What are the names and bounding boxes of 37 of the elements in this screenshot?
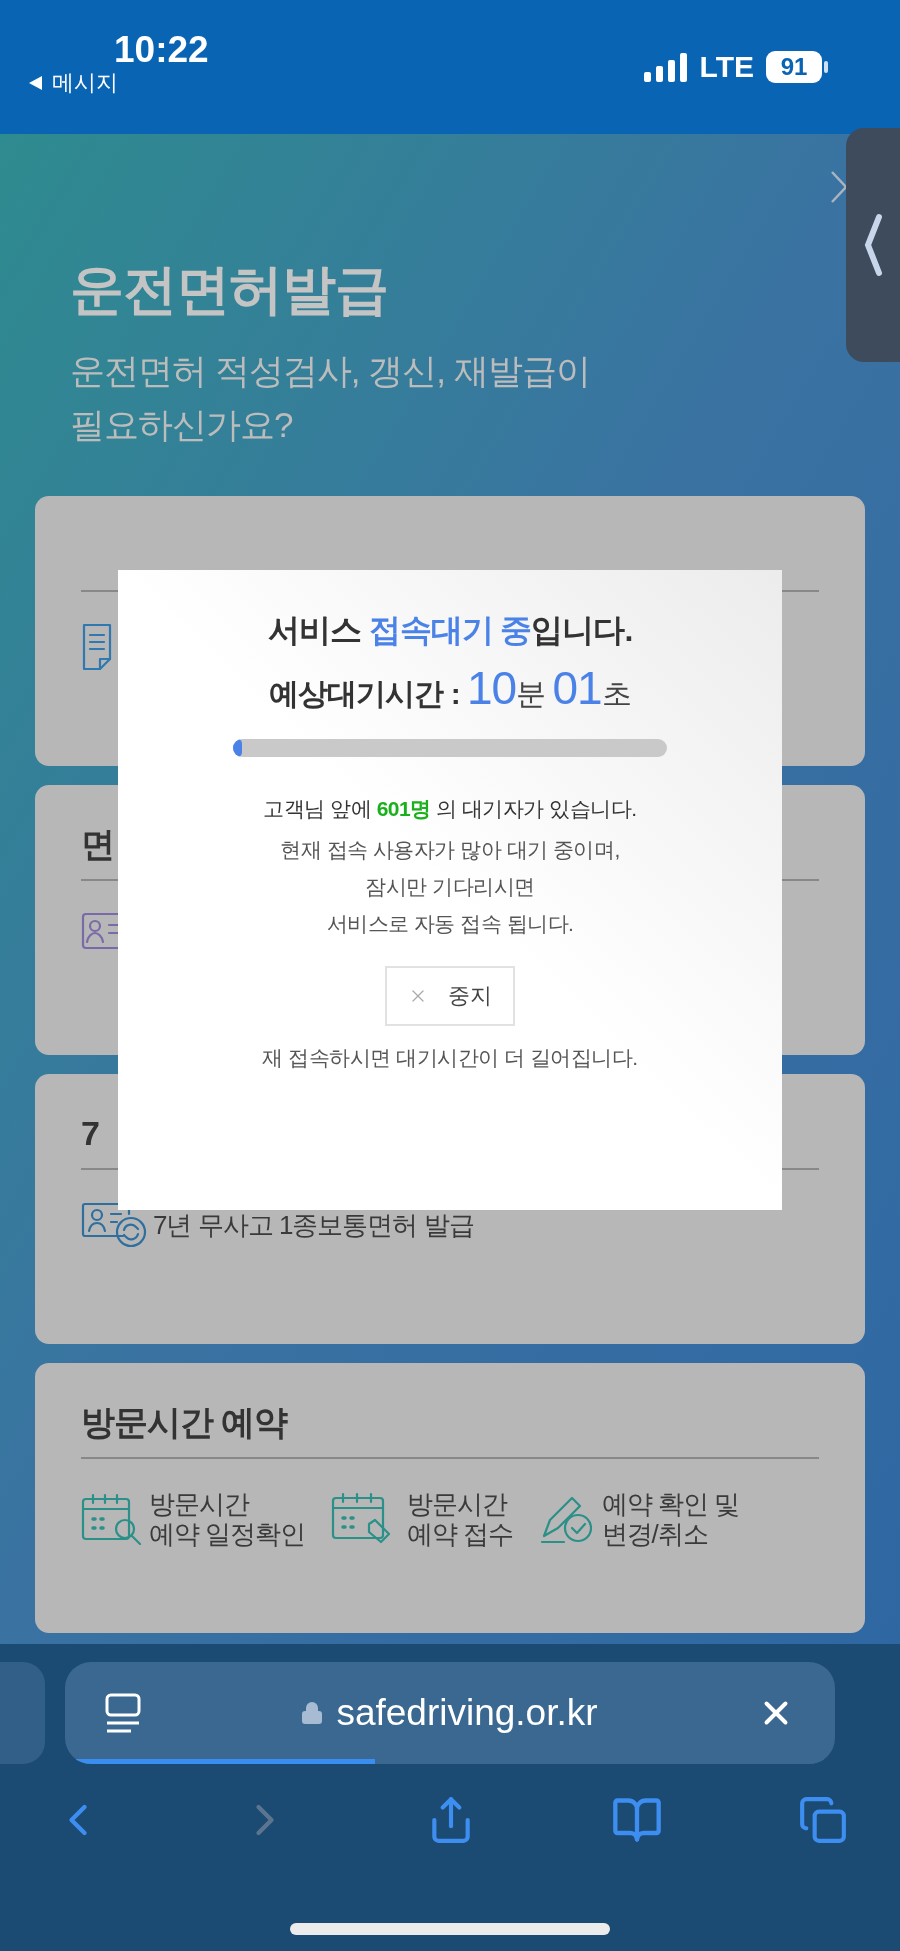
page-subtitle: 필요하신가요? bbox=[70, 404, 294, 446]
info-text: 잠시만 기다리시면 bbox=[365, 873, 535, 900]
network-type: LTE bbox=[699, 50, 754, 84]
card-title: 7 bbox=[81, 1112, 99, 1154]
lock-icon bbox=[300, 1701, 325, 1725]
clock: 10:22 bbox=[114, 28, 209, 72]
dialog-heading: 서비스 접속대기 중입니다. bbox=[267, 611, 633, 650]
battery-cap-icon bbox=[824, 61, 828, 73]
queue-message: 고객님 앞에 601명 의 대기자가 있습니다. bbox=[263, 796, 637, 822]
tabs-icon[interactable] bbox=[798, 1795, 848, 1845]
stop-button[interactable]: 중지 bbox=[385, 965, 515, 1026]
menu-link[interactable]: 예약 일정확인 bbox=[149, 1519, 306, 1549]
calendar-search-icon bbox=[81, 1493, 143, 1545]
info-text: 서비스로 자동 접속 됩니다. bbox=[326, 910, 574, 937]
menu-link[interactable]: 예약 접수 bbox=[407, 1519, 514, 1549]
signal-icon bbox=[643, 52, 688, 82]
address-bar[interactable]: safedriving.or.kr bbox=[65, 1662, 835, 1764]
back-triangle-icon bbox=[28, 75, 44, 91]
note-text: 재 접속하시면 대기시간이 더 길어집니다. bbox=[262, 1044, 638, 1071]
menu-link[interactable]: 변경/취소 bbox=[601, 1519, 739, 1549]
chevron-left-icon bbox=[863, 213, 883, 277]
id-card-refresh-icon bbox=[81, 1200, 147, 1250]
menu-link[interactable]: 방문시간 bbox=[149, 1489, 306, 1519]
card-title: 방문시간 예약 bbox=[81, 1401, 288, 1443]
side-panel-tab[interactable] bbox=[846, 128, 900, 362]
info-text: 현재 접속 사용자가 많아 대기 중이며, bbox=[280, 836, 620, 863]
reader-icon bbox=[105, 1693, 141, 1733]
menu-link[interactable]: 예약 확인 및 bbox=[601, 1489, 739, 1519]
menu-link[interactable]: 7년 무사고 1종보통면허 발급 bbox=[153, 1210, 474, 1240]
wait-time: 예상대기시간 :10분 01초 bbox=[269, 662, 631, 716]
menu-link[interactable]: 방문시간 bbox=[407, 1489, 514, 1519]
back-to-app-link[interactable]: 메시지 bbox=[52, 70, 118, 96]
page-title: 운전면허발급 bbox=[70, 258, 389, 321]
battery-level: 91 bbox=[766, 51, 822, 83]
url-text: safedriving.or.kr bbox=[336, 1691, 598, 1736]
card-title: 면 bbox=[81, 823, 114, 865]
page-subtitle: 운전면허 적성검사, 갱신, 재발급이 bbox=[70, 350, 591, 392]
